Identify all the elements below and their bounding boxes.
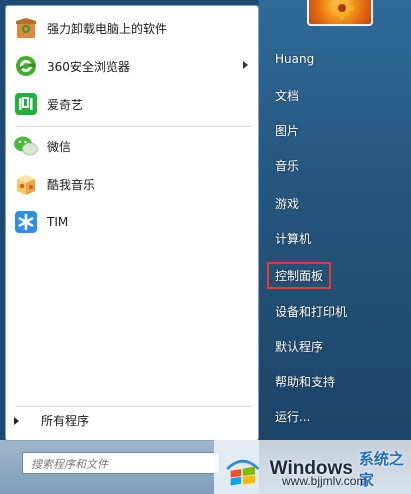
program-item-uninstaller[interactable]: 强力卸载电脑上的软件 xyxy=(12,12,256,44)
iqiyi-icon xyxy=(12,90,40,118)
program-label: TIM xyxy=(47,215,69,229)
program-label: 爱奇艺 xyxy=(47,97,84,112)
program-item-360-browser[interactable]: 360安全浏览器 xyxy=(12,50,256,82)
tim-icon xyxy=(12,208,40,236)
search-input[interactable]: 搜索程序和文件 xyxy=(22,452,220,474)
right-item-control-panel[interactable]: 控制面板 xyxy=(266,262,332,289)
watermark-site-cn: 系统之家 xyxy=(358,450,404,489)
right-item-pictures[interactable]: 图片 xyxy=(275,122,299,139)
program-label: 强力卸载电脑上的软件 xyxy=(47,21,168,36)
right-item-documents[interactable]: 文档 xyxy=(275,87,299,104)
right-item-default-programs[interactable]: 默认程序 xyxy=(275,338,323,355)
windows-flag-icon xyxy=(226,459,260,486)
right-item-music[interactable]: 音乐 xyxy=(275,157,299,174)
submenu-arrow-icon[interactable] xyxy=(243,61,248,69)
all-programs-button[interactable]: 所有程序 xyxy=(14,412,89,429)
uninstall-box-icon xyxy=(12,14,40,42)
program-item-tim[interactable]: TIM xyxy=(12,206,256,238)
start-menu-program-list: 强力卸载电脑上的软件 360安全浏览器 爱奇艺 微信 酷我音乐 TIM xyxy=(5,5,259,441)
kuwo-music-icon xyxy=(12,170,40,198)
right-item-computer[interactable]: 计算机 xyxy=(275,230,311,247)
triangle-right-icon xyxy=(14,416,19,425)
right-item-devices-printers[interactable]: 设备和打印机 xyxy=(275,303,347,320)
wechat-icon xyxy=(12,132,40,160)
all-programs-label: 所有程序 xyxy=(41,414,90,428)
program-label: 酷我音乐 xyxy=(47,177,96,192)
search-placeholder: 搜索程序和文件 xyxy=(31,458,108,471)
right-item-run[interactable]: 运行... xyxy=(275,408,310,425)
watermark-url: www.bjjmlv.com xyxy=(282,474,367,488)
360-browser-icon xyxy=(12,52,40,80)
program-label: 360安全浏览器 xyxy=(47,59,130,74)
program-label: 微信 xyxy=(47,139,72,154)
program-item-kuwo-music[interactable]: 酷我音乐 xyxy=(12,168,256,200)
pinned-separator xyxy=(16,126,252,127)
program-item-iqiyi[interactable]: 爱奇艺 xyxy=(12,88,256,120)
right-item-user[interactable]: Huang xyxy=(275,52,314,66)
user-avatar[interactable] xyxy=(307,0,373,26)
all-programs-separator xyxy=(16,406,252,407)
right-item-help-support[interactable]: 帮助和支持 xyxy=(275,373,335,390)
program-item-wechat[interactable]: 微信 xyxy=(12,130,256,162)
flower-picture-icon xyxy=(330,0,354,20)
right-item-games[interactable]: 游戏 xyxy=(275,195,299,212)
